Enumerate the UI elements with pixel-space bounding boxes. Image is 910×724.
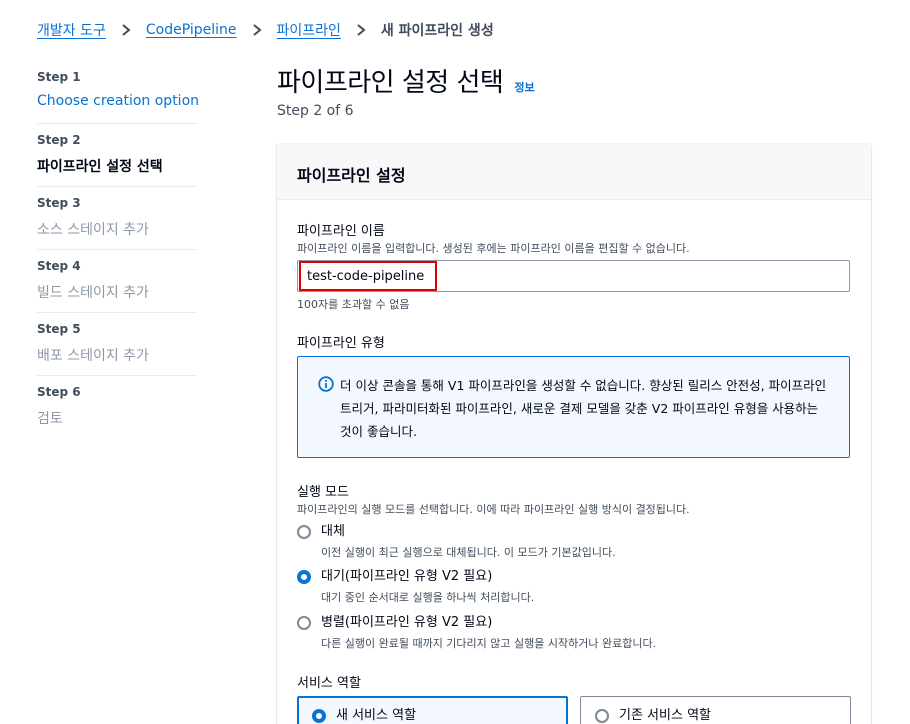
breadcrumb-developer-tools[interactable]: 개발자 도구	[37, 20, 106, 40]
wizard-step-4: Step 4 빌드 스테이지 추가	[37, 258, 197, 321]
divider	[37, 375, 197, 376]
wizard-step-2: Step 2 파이프라인 설정 선택	[37, 132, 197, 195]
breadcrumb-pipelines[interactable]: 파이프라인	[277, 20, 341, 40]
page-header: 파이프라인 설정 선택 정보	[277, 62, 535, 99]
wizard-step-5: Step 5 배포 스테이지 추가	[37, 321, 197, 384]
step-title-disabled: 검토	[37, 411, 63, 427]
radio-button[interactable]	[297, 525, 311, 539]
radio-button-checked[interactable]	[312, 709, 326, 723]
step-title-disabled: 빌드 스테이지 추가	[37, 285, 149, 301]
radio-option-queued[interactable]: 대기(파이프라인 유형 V2 필요) 대기 중인 순서대로 실행을 하나씩 처리…	[297, 568, 534, 605]
step-number: Step 1	[37, 70, 81, 84]
alert-message: 더 이상 콘솔을 통해 V1 파이프라인을 생성할 수 없습니다. 향상된 릴리…	[340, 378, 827, 439]
container-title: 파이프라인 설정	[297, 166, 406, 185]
chevron-right-icon	[118, 20, 134, 40]
radio-description: 이전 실행이 최근 실행으로 대체됩니다. 이 모드가 기본값입니다.	[321, 546, 616, 559]
pipeline-settings-container: 파이프라인 설정 파이프라인 이름 파이프라인 이름을 입력합니다. 생성된 후…	[277, 144, 871, 724]
chevron-right-icon	[353, 20, 369, 40]
pipeline-name-label: 파이프라인 이름	[297, 224, 385, 239]
page-title: 파이프라인 설정 선택	[277, 68, 504, 98]
step-title-current: 파이프라인 설정 선택	[37, 159, 163, 175]
service-role-label: 서비스 역할	[297, 676, 361, 691]
radio-label: 대기(파이프라인 유형 V2 필요)	[321, 569, 493, 584]
divider	[37, 312, 197, 313]
pipeline-name-constraint: 100자를 초과할 수 없음	[297, 298, 410, 311]
execution-mode-label: 실행 모드	[297, 485, 349, 500]
wizard-step-1: Step 1 Choose creation option	[37, 69, 199, 132]
breadcrumb-codepipeline[interactable]: CodePipeline	[146, 22, 237, 38]
tile-label: 새 서비스 역할	[336, 708, 417, 723]
radio-description: 대기 중인 순서대로 실행을 하나씩 처리합니다.	[321, 591, 535, 604]
radio-button[interactable]	[297, 616, 311, 630]
pipeline-name-input[interactable]	[297, 260, 850, 292]
divider	[37, 186, 197, 187]
breadcrumb: 개발자 도구 CodePipeline 파이프라인 새 파이프라인 생성	[37, 20, 494, 40]
step-number: Step 5	[37, 322, 81, 336]
service-role-tile-new[interactable]: 새 서비스 역할	[297, 696, 568, 724]
tile-label: 기존 서비스 역할	[619, 708, 711, 723]
pipeline-type-info-alert: 더 이상 콘솔을 통해 V1 파이프라인을 생성할 수 없습니다. 향상된 릴리…	[297, 356, 850, 458]
step-number: Step 3	[37, 196, 81, 210]
wizard-steps-nav: Step 1 Choose creation option Step 2 파이프…	[37, 69, 199, 447]
info-link[interactable]: 정보	[514, 81, 534, 94]
step-number: Step 4	[37, 259, 81, 273]
step-progress: Step 2 of 6	[277, 103, 354, 119]
radio-option-parallel[interactable]: 병렬(파이프라인 유형 V2 필요) 다른 실행이 완료될 때까지 기다리지 않…	[297, 614, 656, 651]
radio-button[interactable]	[595, 709, 609, 723]
chevron-right-icon	[249, 20, 265, 40]
radio-label: 대체	[321, 524, 345, 539]
radio-button-checked[interactable]	[297, 570, 311, 584]
container-header: 파이프라인 설정	[277, 144, 871, 200]
radio-label: 병렬(파이프라인 유형 V2 필요)	[321, 615, 493, 630]
step-number: Step 2	[37, 133, 81, 147]
divider	[37, 123, 197, 124]
wizard-step-6: Step 6 검토	[37, 384, 197, 447]
step-link-choose-creation-option[interactable]: Choose creation option	[37, 93, 199, 109]
service-role-tile-existing[interactable]: 기존 서비스 역할	[580, 696, 851, 724]
divider	[37, 249, 197, 250]
radio-description: 다른 실행이 완료될 때까지 기다리지 않고 실행을 시작하거나 완료합니다.	[321, 637, 657, 650]
pipeline-type-label: 파이프라인 유형	[297, 336, 385, 351]
step-number: Step 6	[37, 385, 81, 399]
step-title-disabled: 소스 스테이지 추가	[37, 222, 149, 238]
execution-mode-description: 파이프라인의 실행 모드를 선택합니다. 이에 따라 파이프라인 실행 방식이 …	[297, 503, 690, 516]
info-icon	[318, 376, 334, 392]
wizard-step-3: Step 3 소스 스테이지 추가	[37, 195, 197, 258]
radio-option-superseded[interactable]: 대체 이전 실행이 최근 실행으로 대체됩니다. 이 모드가 기본값입니다.	[297, 523, 616, 560]
step-title-disabled: 배포 스테이지 추가	[37, 348, 149, 364]
breadcrumb-current: 새 파이프라인 생성	[380, 23, 494, 39]
pipeline-name-description: 파이프라인 이름을 입력합니다. 생성된 후에는 파이프라인 이름을 편집할 수…	[297, 242, 690, 255]
